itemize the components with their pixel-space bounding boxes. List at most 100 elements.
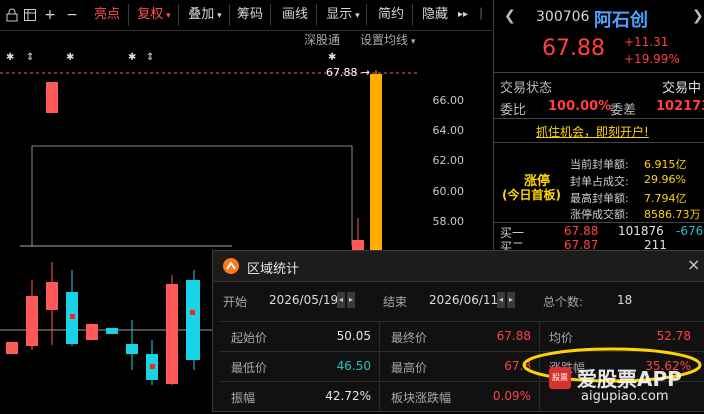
watermark-logo-icon: 股票 bbox=[549, 367, 571, 389]
toolbar-simple-button[interactable]: 简约 bbox=[370, 4, 413, 26]
y-tick: 60.00 bbox=[432, 185, 465, 198]
toolbar-more-icon[interactable]: ▸▸ bbox=[454, 4, 472, 26]
resize-icon[interactable] bbox=[22, 4, 38, 26]
weicha-label: 委差 bbox=[610, 103, 637, 118]
event-marker[interactable]: ✱ bbox=[6, 52, 14, 63]
bid1-change: -676 bbox=[676, 224, 704, 238]
ma-settings-label: 设置均线 bbox=[360, 33, 409, 47]
prev-stock-icon[interactable]: ❮ bbox=[504, 8, 516, 24]
price-change-pct: +19.99% bbox=[624, 52, 680, 66]
limit-up-subtitle: (今日首板) bbox=[502, 188, 561, 202]
event-marker[interactable]: ✱ bbox=[328, 52, 336, 63]
candle[interactable] bbox=[352, 240, 364, 250]
toolbar-overlay-button[interactable]: 叠加 ▾ bbox=[181, 4, 230, 26]
toolbar-adjust-button[interactable]: 复权 ▾ bbox=[130, 4, 179, 26]
candle[interactable] bbox=[186, 280, 200, 360]
candles bbox=[46, 82, 58, 113]
trade-state-label: 交易状态 bbox=[500, 81, 553, 96]
y-tick: 64.00 bbox=[432, 124, 465, 137]
price-marker-label: 67.88 → bbox=[326, 66, 371, 79]
event-marker[interactable]: ⇕ bbox=[146, 52, 154, 63]
dialog-header: 区域统计 × bbox=[213, 251, 704, 282]
sector-change-value: 0.09% bbox=[492, 389, 531, 403]
dropdown-arrow-icon: ▾ bbox=[352, 11, 360, 21]
bid1-price: 67.88 bbox=[564, 224, 599, 238]
limit-up-candle[interactable] bbox=[370, 74, 382, 250]
separator: │ bbox=[477, 9, 485, 20]
start-price-value: 50.05 bbox=[336, 329, 371, 343]
count-value: 18 bbox=[617, 293, 633, 307]
dropdown-arrow-icon: ▾ bbox=[163, 11, 171, 21]
toolbar-adjust-label: 复权 bbox=[137, 7, 164, 22]
metric-label: 当前封单额: bbox=[570, 158, 629, 171]
stock-code: 300706 bbox=[536, 9, 590, 25]
price-marker-value: 67.88 bbox=[326, 66, 358, 79]
avg-price-value: 52.78 bbox=[656, 329, 691, 343]
high-price-label: 最高价 bbox=[391, 361, 428, 375]
event-marker[interactable]: ✱ bbox=[66, 52, 74, 63]
avg-price-label: 均价 bbox=[549, 331, 574, 345]
dialog-title: 区域统计 bbox=[247, 262, 300, 277]
event-marker[interactable]: ✱ bbox=[128, 52, 136, 63]
metric-value: 6.915亿 bbox=[644, 158, 687, 171]
close-icon[interactable]: × bbox=[687, 255, 700, 274]
low-price-label: 最低价 bbox=[231, 361, 268, 375]
selection-box bbox=[31, 145, 353, 246]
toolbar-draw-button[interactable]: 画线 bbox=[274, 4, 317, 26]
metric-label: 涨停成交额: bbox=[570, 208, 629, 221]
open-account-link[interactable]: 抓住机会，即刻开户! bbox=[536, 123, 649, 140]
low-price-value: 46.50 bbox=[336, 359, 371, 373]
y-tick: 58.00 bbox=[432, 215, 465, 228]
candle[interactable] bbox=[26, 296, 38, 346]
candle[interactable] bbox=[6, 342, 18, 354]
end-date-field[interactable]: 2026/06/11 bbox=[429, 293, 498, 307]
candle[interactable] bbox=[86, 324, 98, 340]
range-stats-dialog: 区域统计 × 开始 2026/05/19 ◂ ▸ 结束 2026/06/11 ◂… bbox=[212, 250, 704, 412]
trade-state-value: 交易中 bbox=[662, 81, 702, 96]
y-tick: 66.00 bbox=[432, 94, 465, 107]
start-price-label: 起始价 bbox=[231, 331, 268, 345]
bid1-volume: 101876 bbox=[618, 224, 664, 238]
amplitude-value: 42.72% bbox=[325, 389, 371, 403]
metric-value: 7.794亿 bbox=[644, 192, 687, 205]
toolbar-display-label: 显示 bbox=[326, 7, 353, 22]
candle[interactable] bbox=[166, 284, 178, 384]
toolbar-display-button[interactable]: 显示 ▾ bbox=[320, 4, 367, 26]
price-change: +11.31 bbox=[624, 35, 669, 49]
end-next-button[interactable]: ▸ bbox=[507, 292, 515, 308]
event-marker[interactable]: ⇕ bbox=[26, 52, 34, 63]
stock-name: 阿石创 bbox=[594, 10, 648, 31]
toolbar-chips-button[interactable]: 筹码 bbox=[230, 4, 271, 26]
amplitude-label: 振幅 bbox=[231, 391, 256, 405]
weibi-value: 100.00% bbox=[548, 99, 612, 114]
weibi-label: 委比 bbox=[500, 103, 527, 118]
kline-chart-lower[interactable] bbox=[0, 250, 212, 410]
current-price: 67.88 bbox=[542, 36, 605, 61]
metric-value: 29.96% bbox=[644, 173, 686, 186]
candle[interactable] bbox=[106, 328, 118, 334]
next-stock-icon[interactable]: ❯ bbox=[692, 8, 704, 24]
start-date-field[interactable]: 2026/05/19 bbox=[269, 293, 338, 307]
weicha-value: 102173 bbox=[656, 99, 704, 114]
count-label: 总个数: bbox=[543, 295, 584, 309]
start-prev-button[interactable]: ◂ bbox=[337, 292, 345, 308]
sector-change-label: 板块涨跌幅 bbox=[391, 391, 452, 405]
watermark-text: 爱股票APP bbox=[577, 367, 682, 391]
toolbar-overlay-label: 叠加 bbox=[188, 7, 215, 22]
metric-label: 封单占成交: bbox=[570, 175, 629, 188]
candle[interactable] bbox=[126, 344, 138, 354]
kline-chart[interactable]: ✱ ⇕ ✱ ✱ ⇕ ✱ 67.88 → 66.00 64.00 62.00 60… bbox=[0, 46, 492, 250]
start-next-button[interactable]: ▸ bbox=[347, 292, 355, 308]
zoom-in-button[interactable]: + bbox=[40, 4, 60, 26]
metric-label: 最高封单额: bbox=[570, 192, 629, 205]
dropdown-arrow-icon: ▾ bbox=[214, 11, 222, 21]
candle[interactable] bbox=[46, 282, 58, 310]
end-prev-button[interactable]: ◂ bbox=[497, 292, 505, 308]
watermark-url: aigupiao.com bbox=[581, 389, 669, 404]
toolbar-hide-button[interactable]: 隐藏 bbox=[416, 4, 454, 26]
lock-icon[interactable] bbox=[4, 4, 20, 26]
zoom-out-button[interactable]: − bbox=[62, 4, 82, 26]
start-label: 开始 bbox=[223, 295, 248, 309]
y-tick: 62.00 bbox=[432, 154, 465, 167]
toolbar-highlight-button[interactable]: 亮点 bbox=[86, 4, 129, 26]
